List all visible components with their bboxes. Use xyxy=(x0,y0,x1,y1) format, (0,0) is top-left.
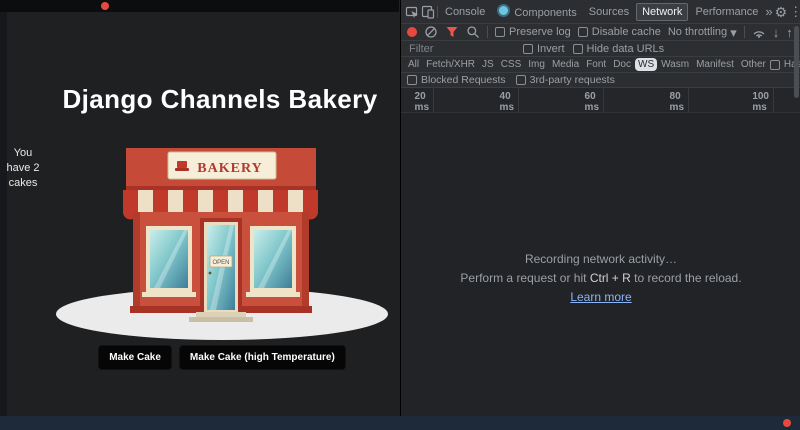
blocked-requests-row: Blocked Requests 3rd-party requests xyxy=(401,73,800,88)
invert-checkbox[interactable]: Invert xyxy=(523,43,565,55)
make-cake-button[interactable]: Make Cake xyxy=(98,345,172,370)
request-type-chips-row: All Fetch/XHR JS CSS Img Media Font Doc … xyxy=(401,57,800,73)
devtools-tabbar: Console Components Sources Network Perfo… xyxy=(401,0,800,24)
cake-counter: You have 2 cakes xyxy=(6,147,40,189)
checkbox-box xyxy=(769,59,780,70)
empty-state-line1: Recording network activity… xyxy=(524,252,678,266)
checkbox-box xyxy=(523,43,533,54)
throttling-dropdown[interactable]: No throttling ▾ xyxy=(668,26,737,39)
inspect-element-icon[interactable] xyxy=(405,5,419,19)
tab-sources[interactable]: Sources xyxy=(584,4,634,20)
chip-wasm[interactable]: Wasm xyxy=(658,58,692,71)
chip-js[interactable]: JS xyxy=(479,58,497,71)
chevron-down-icon: ▾ xyxy=(730,24,737,40)
tab-network[interactable]: Network xyxy=(636,2,689,21)
screen: Django Channels Bakery You have 2 cakes xyxy=(0,0,800,430)
make-cake-high-temp-button[interactable]: Make Cake (high Temperature) xyxy=(178,345,346,370)
chip-media[interactable]: Media xyxy=(549,58,582,71)
settings-gear-icon[interactable]: ⚙ xyxy=(775,5,788,19)
chip-css[interactable]: CSS xyxy=(498,58,525,71)
third-party-requests-checkbox[interactable]: 3rd-party requests xyxy=(515,74,615,86)
checkbox-label: 3rd-party requests xyxy=(529,74,615,86)
chip-doc[interactable]: Doc xyxy=(610,58,634,71)
filter-input[interactable] xyxy=(407,41,515,56)
bakery-sign-text: BAKERY xyxy=(197,161,262,176)
device-toolbar-icon[interactable] xyxy=(421,5,435,19)
tab-performance[interactable]: Performance xyxy=(690,4,763,20)
bottom-bar xyxy=(0,416,800,430)
checkbox-box xyxy=(495,27,505,37)
record-network-log-button[interactable] xyxy=(407,27,417,37)
divider xyxy=(437,5,438,18)
search-icon[interactable] xyxy=(466,25,480,39)
checkbox-label: Disable cache xyxy=(591,26,661,38)
cake-icon xyxy=(177,161,187,168)
checkbox-label: Blocked Requests xyxy=(421,74,506,86)
bakery-illustration: BAKERY OPEN xyxy=(56,148,388,340)
filter-funnel-icon[interactable] xyxy=(445,25,459,39)
checkbox-box xyxy=(515,75,526,85)
network-controls-row: Preserve log Disable cache No throttling… xyxy=(401,24,800,41)
open-sign-text: OPEN xyxy=(212,260,229,266)
chip-other[interactable]: Other xyxy=(738,58,769,71)
chip-font[interactable]: Font xyxy=(583,58,609,71)
divider xyxy=(487,26,488,38)
checkbox-box xyxy=(577,27,588,37)
chip-all[interactable]: All xyxy=(405,58,422,71)
react-components-icon xyxy=(497,4,511,17)
checkbox-box xyxy=(407,75,417,85)
scrollbar-thumb[interactable] xyxy=(794,26,799,98)
chip-manifest[interactable]: Manifest xyxy=(693,58,737,71)
tab-components-label: Components xyxy=(514,7,577,19)
learn-more-link[interactable]: Learn more xyxy=(570,290,631,304)
bakery-page: Django Channels Bakery You have 2 cakes xyxy=(0,0,399,430)
checkbox-label: Hide data URLs xyxy=(586,42,665,55)
checkbox-label: Preserve log xyxy=(509,26,571,38)
chip-ws[interactable]: WS xyxy=(635,58,658,71)
clear-network-log-icon[interactable] xyxy=(424,25,438,39)
button-row: Make Cake Make Cake (high Temperature) xyxy=(45,345,399,370)
checkbox-label: Invert xyxy=(537,42,565,55)
door-handle xyxy=(208,271,212,275)
disable-cache-checkbox[interactable]: Disable cache xyxy=(577,26,661,38)
throttling-value: No throttling xyxy=(667,26,728,38)
empty-state-line2: Perform a request or hit Ctrl + R to rec… xyxy=(460,271,742,285)
top-bar xyxy=(0,0,399,12)
tab-console[interactable]: Console xyxy=(440,4,490,20)
page-title: Django Channels Bakery xyxy=(62,84,378,114)
window-edge xyxy=(0,12,7,416)
network-empty-state: Recording network activity… Perform a re… xyxy=(401,250,800,307)
tab-components[interactable]: Components xyxy=(492,2,581,21)
ctrl-r-shortcut: Ctrl + R xyxy=(589,271,631,285)
recording-indicator-icon xyxy=(783,419,791,427)
network-filter-row: Invert Hide data URLs xyxy=(401,41,800,57)
checkbox-box xyxy=(572,43,583,54)
recording-indicator-icon xyxy=(101,2,109,10)
export-har-icon[interactable]: ↑ xyxy=(786,26,793,39)
network-conditions-icon[interactable] xyxy=(752,25,766,39)
preserve-log-checkbox[interactable]: Preserve log xyxy=(495,26,571,38)
chip-img[interactable]: Img xyxy=(525,58,548,71)
divider xyxy=(743,26,745,38)
blocked-requests-checkbox[interactable]: Blocked Requests xyxy=(407,74,506,86)
import-har-icon[interactable]: ↓ xyxy=(773,26,780,39)
timeline-ruler: 20 ms 40 ms 60 ms 80 ms 100 ms xyxy=(401,88,800,113)
chip-fetch-xhr[interactable]: Fetch/XHR xyxy=(423,58,478,71)
hide-data-urls-checkbox[interactable]: Hide data URLs xyxy=(572,42,665,55)
devtools-panel: Console Components Sources Network Perfo… xyxy=(400,0,800,430)
kebab-menu-icon[interactable]: ⋮ xyxy=(789,5,800,18)
more-tabs-icon[interactable]: » xyxy=(765,5,772,18)
